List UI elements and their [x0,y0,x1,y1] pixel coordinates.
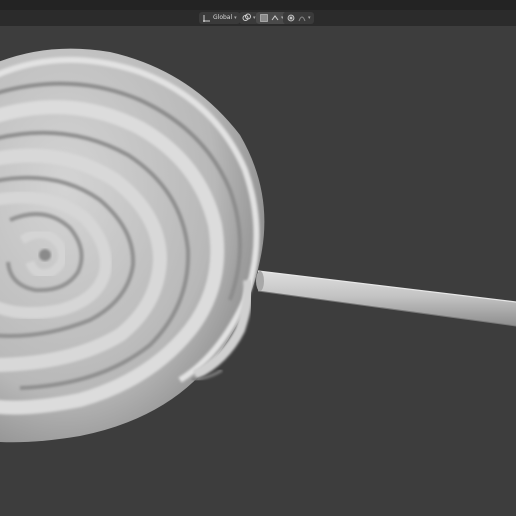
snapping-group: ▾ [256,11,287,24]
chevron-down-icon: ▾ [234,14,237,21]
transform-orientation-group: Global ▾ [199,11,240,24]
proportional-editing-toggle[interactable]: ▾ [283,11,314,24]
viewport-header: Global ▾ ▾ ▾ [0,10,516,26]
pivot-point-icon [242,13,251,22]
transform-orientation-label: Global [213,13,233,21]
lollipop-model [0,48,516,443]
top-bar [0,0,516,10]
snapping-toggle[interactable]: ▾ [256,11,287,24]
overlay-icon [297,13,306,22]
snap-magnet-icon [259,13,268,22]
lollipop-candy-disc[interactable] [0,48,265,443]
proportional-group: ▾ [283,11,314,24]
3d-viewport[interactable] [0,26,516,516]
transform-orientation-icon [202,13,211,22]
proportional-editing-icon [286,13,295,22]
transform-orientation-dropdown[interactable]: Global ▾ [199,11,240,24]
snap-target-icon [270,13,279,22]
chevron-down-icon: ▾ [308,14,311,21]
lollipop-stick[interactable] [256,270,516,327]
